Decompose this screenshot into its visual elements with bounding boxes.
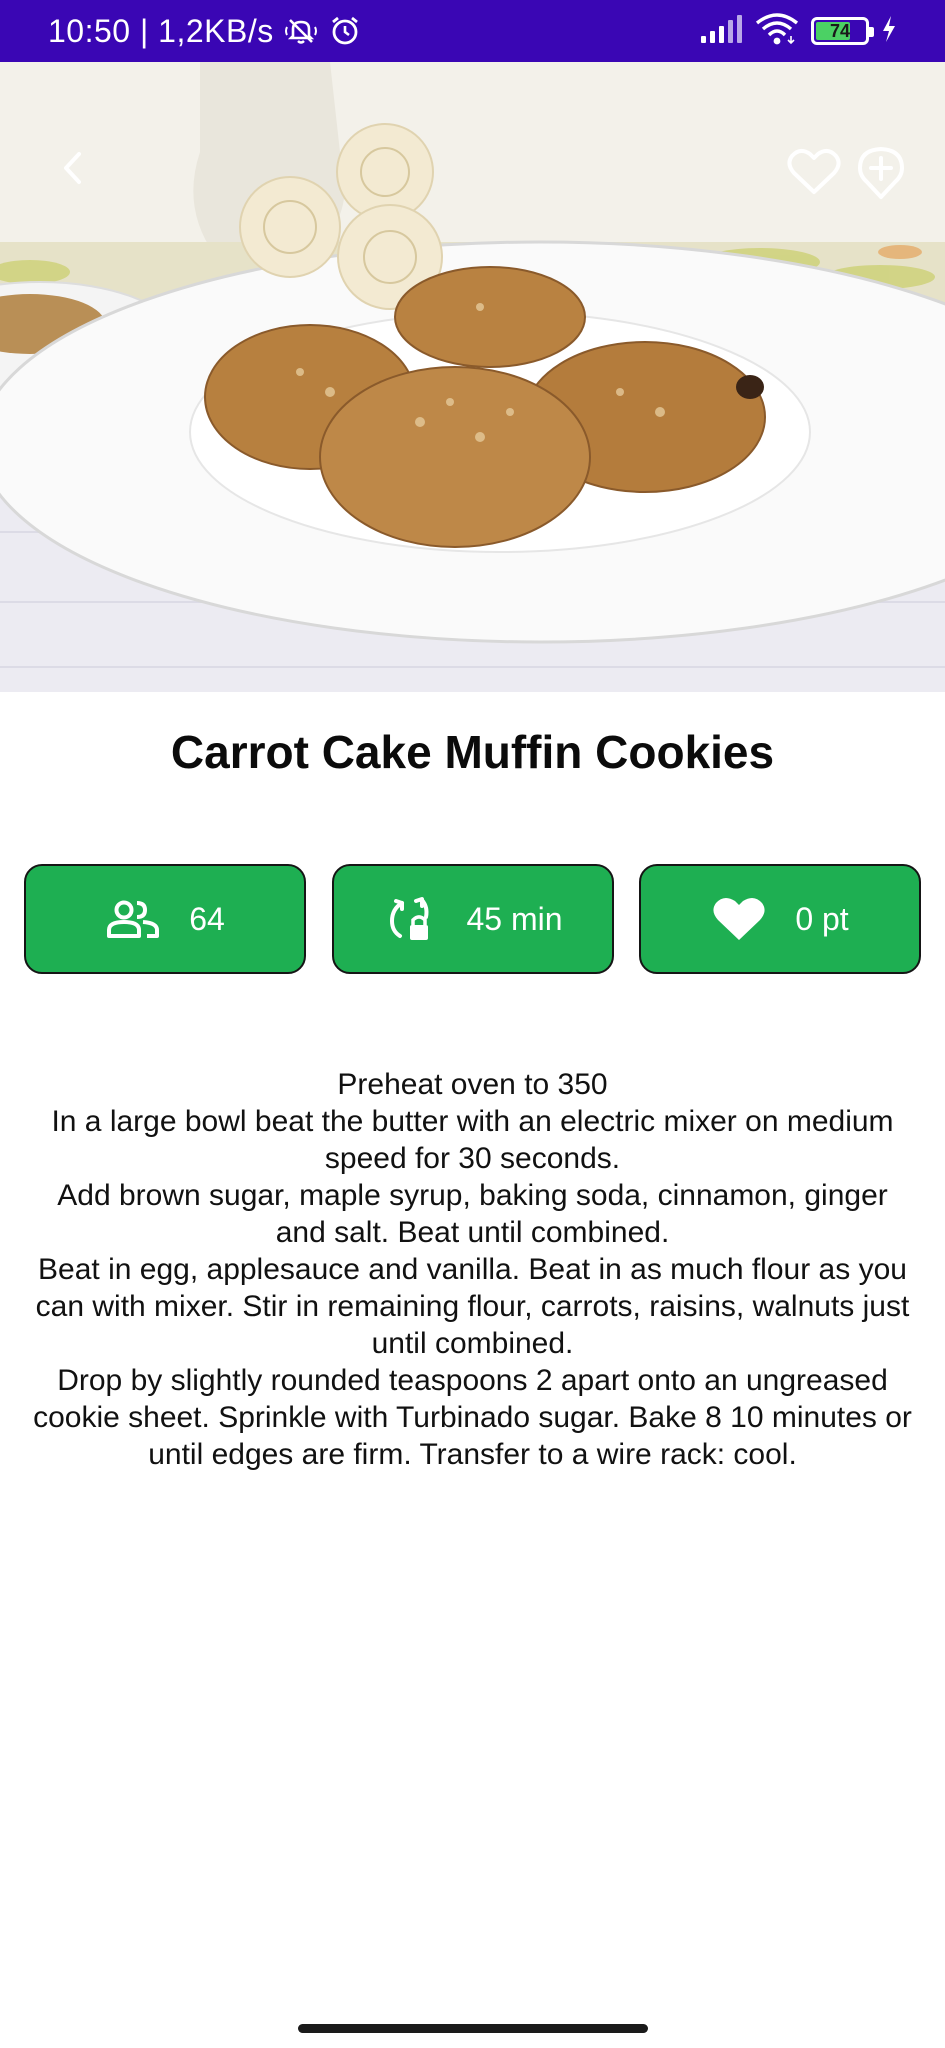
battery-icon: 74 [811,17,874,45]
back-button[interactable] [54,148,118,212]
time-stat[interactable]: 45 min [331,864,614,974]
status-time-speed: 10:50 | 1,2KB/s [48,12,274,49]
mute-icon [284,14,318,48]
status-bar: 10:50 | 1,2KB/s 74 [0,0,945,62]
home-indicator[interactable] [298,2024,648,2033]
points-value: 0 pt [795,900,849,937]
chevron-left-icon [64,152,81,184]
direction-step: In a large bowl beat the butter with an … [51,1105,894,1175]
favorite-button[interactable] [786,146,850,210]
timer-icon [382,895,438,943]
recipe-stats: 64 45 min 0 pt [24,864,921,974]
alarm-icon [328,14,362,48]
recipe-photo [0,62,945,692]
add-to-list-button[interactable] [857,146,921,210]
recipe-directions: Preheat oven to 350 In a large bowl beat… [30,1066,915,1473]
servings-stat[interactable]: 64 [24,864,306,974]
direction-step: Beat in egg, applesauce and vanilla. Bea… [35,1253,910,1360]
servings-value: 64 [189,900,225,937]
wifi-icon [755,12,799,50]
status-left: 10:50 | 1,2KB/s [48,13,362,50]
signal-icon [699,14,743,49]
battery-level: 74 [829,20,851,41]
add-circle-icon [858,147,904,199]
direction-step: Drop by slightly rounded teaspoons 2 apa… [33,1364,912,1471]
recipe-detail-screen: 10:50 | 1,2KB/s 74 Carrot Cake Muffin Co… [0,0,945,2048]
direction-step: Add brown sugar, maple syrup, baking sod… [57,1179,888,1249]
points-stat[interactable]: 0 pt [639,864,921,974]
direction-step: Preheat oven to 350 [337,1068,608,1101]
charging-icon [881,15,897,48]
people-icon [105,895,161,943]
time-value: 45 min [466,900,563,937]
heart-outline-icon [787,149,841,194]
heart-icon [711,895,767,943]
battery-cap [869,27,874,37]
recipe-title: Carrot Cake Muffin Cookies [170,726,775,778]
status-right: 74 [699,12,897,50]
